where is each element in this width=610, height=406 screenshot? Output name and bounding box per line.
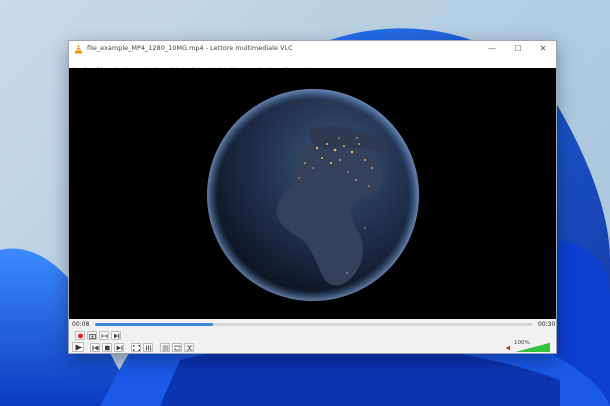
- maximize-button[interactable]: ☐: [505, 41, 531, 57]
- record-button[interactable]: [75, 331, 85, 340]
- vlc-window: file_example_MP4_1280_10MG.mp4 - Lettore…: [68, 40, 557, 354]
- next-button[interactable]: [114, 343, 124, 352]
- fullscreen-button[interactable]: [131, 343, 141, 352]
- minimize-button[interactable]: —: [479, 41, 505, 57]
- menu-bar: MediaRiproduzioneAudioVideoSottotitoloSt…: [69, 57, 556, 74]
- loop-ab-button[interactable]: [99, 331, 109, 340]
- shuffle-button[interactable]: [184, 343, 194, 352]
- total-duration: 00:30: [538, 321, 556, 328]
- vlc-cone-icon: [74, 44, 83, 54]
- snapshot-button[interactable]: [87, 331, 97, 340]
- fullscreen-icon: [133, 345, 140, 351]
- snapshot-icon: [89, 334, 96, 339]
- stop-button[interactable]: [102, 343, 112, 352]
- seek-bar[interactable]: [95, 323, 532, 326]
- playlist-icon: [162, 345, 169, 351]
- seek-progress: [95, 323, 213, 326]
- elapsed-time: 00:08: [72, 321, 90, 328]
- stop-icon: [105, 345, 110, 351]
- loop-button[interactable]: [172, 343, 182, 352]
- window-title: file_example_MP4_1280_10MG.mp4 - Lettore…: [87, 44, 293, 52]
- frame-step-button[interactable]: [111, 331, 121, 340]
- frame-step-icon: [114, 333, 120, 339]
- loop-icon: [174, 345, 181, 351]
- extended-settings-icon: [145, 345, 152, 351]
- previous-icon: [92, 345, 99, 351]
- shuffle-icon: [186, 345, 193, 351]
- title-bar: file_example_MP4_1280_10MG.mp4 - Lettore…: [69, 41, 556, 57]
- play-button[interactable]: [72, 342, 84, 352]
- earth-video-frame: [69, 68, 556, 319]
- control-bar: 00:08 00:30 100%: [69, 319, 556, 353]
- volume-slider[interactable]: [516, 343, 550, 352]
- speaker-icon[interactable]: [506, 345, 513, 351]
- video-area[interactable]: [69, 68, 556, 319]
- loop-ab-icon: [101, 334, 108, 338]
- play-icon: [75, 344, 82, 351]
- close-button[interactable]: ✕: [530, 41, 556, 57]
- extended-settings-button[interactable]: [143, 343, 153, 352]
- record-icon: [78, 333, 83, 339]
- previous-button[interactable]: [90, 343, 100, 352]
- playlist-button[interactable]: [160, 343, 170, 352]
- next-icon: [116, 345, 123, 351]
